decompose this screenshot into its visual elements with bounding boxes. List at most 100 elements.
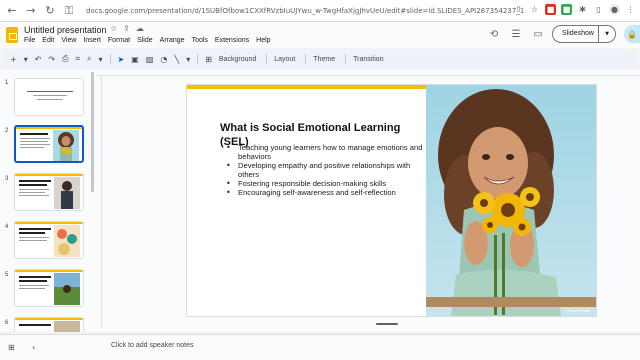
document-title[interactable]: Untitled presentation bbox=[24, 25, 107, 35]
thumbnail-line bbox=[37, 99, 63, 100]
slide-thumbnail[interactable] bbox=[14, 317, 84, 332]
layout-button[interactable]: Layout bbox=[274, 56, 295, 63]
back-icon[interactable]: ← bbox=[5, 4, 19, 18]
browser-actions: ⇧ ☆ ■ ■ ✱ ▯ ● ⋮ bbox=[513, 4, 636, 15]
thumbnail-line bbox=[19, 276, 51, 278]
speaker-notes-placeholder[interactable]: Click to add speaker notes bbox=[111, 342, 194, 349]
slide-number: 2 bbox=[5, 128, 9, 134]
zoom-dropdown-icon[interactable]: ▾ bbox=[99, 55, 103, 64]
canvas-scroll-indicator[interactable] bbox=[376, 323, 398, 325]
photo-credit: Pexels Photo bbox=[566, 308, 590, 313]
sidebar-icon[interactable]: ▯ bbox=[593, 4, 604, 15]
thumbnail-line bbox=[33, 95, 67, 96]
undo-icon[interactable]: ↶ bbox=[35, 55, 42, 64]
girl-with-sunflowers-photo[interactable]: Pexels Photo bbox=[426, 85, 596, 316]
slide-thumbnail[interactable] bbox=[14, 221, 84, 259]
thumbnail-line bbox=[19, 240, 47, 241]
slide-thumbnail-selected[interactable] bbox=[14, 125, 84, 163]
shape-icon[interactable]: ◔ bbox=[160, 55, 167, 64]
slide-number: 5 bbox=[5, 272, 9, 278]
menu-insert[interactable]: Insert bbox=[83, 37, 101, 44]
slide-thumbnail[interactable] bbox=[14, 173, 84, 211]
menu-format[interactable]: Format bbox=[108, 37, 130, 44]
crafts-photo-icon bbox=[54, 225, 80, 257]
share-lock-icon[interactable]: 🔒 bbox=[624, 25, 640, 43]
line-dropdown-icon[interactable]: ▾ bbox=[186, 55, 190, 64]
select-cursor-icon[interactable]: ➤ bbox=[118, 55, 125, 64]
line-icon[interactable]: ╲ bbox=[174, 55, 179, 64]
thumbnail-line bbox=[20, 141, 48, 142]
thumbnail-accent-bar bbox=[15, 174, 83, 176]
star-icon[interactable]: ☆ bbox=[110, 24, 117, 33]
transition-button[interactable]: Transition bbox=[353, 56, 383, 63]
menu-bar: File Edit View Insert Format Slide Arran… bbox=[24, 37, 271, 44]
bookmark-star-icon[interactable]: ☆ bbox=[529, 4, 540, 15]
menu-file[interactable]: File bbox=[24, 37, 35, 44]
extension-icon[interactable]: ■ bbox=[561, 4, 572, 15]
menu-help[interactable]: Help bbox=[256, 37, 270, 44]
profile-avatar[interactable]: ● bbox=[609, 4, 620, 15]
slideshow-dropdown-icon[interactable]: ▼ bbox=[599, 31, 615, 37]
thumbnail-image bbox=[54, 225, 80, 257]
version-history-icon[interactable]: ⟲ bbox=[486, 26, 502, 42]
url-text[interactable]: docs.google.com/presentation/d/1SUBfOfbo… bbox=[86, 7, 556, 15]
background-button[interactable]: Background bbox=[219, 56, 256, 63]
menu-edit[interactable]: Edit bbox=[42, 37, 54, 44]
zoom-icon[interactable]: ⌕ bbox=[87, 54, 91, 64]
lock-icon[interactable]: ⚿ bbox=[62, 4, 76, 18]
slideshow-button[interactable]: Slideshow ▼ bbox=[552, 25, 616, 43]
slide-thumbnail[interactable] bbox=[14, 78, 84, 116]
new-slide-icon[interactable]: + bbox=[10, 55, 17, 64]
extension-icon[interactable]: ■ bbox=[545, 4, 556, 15]
thumbnail-accent-bar bbox=[16, 127, 82, 129]
vertical-ruler bbox=[96, 76, 102, 326]
title-icons: ☆ ⇪ ☁ bbox=[110, 24, 144, 33]
thumbnail-image bbox=[54, 273, 80, 305]
comment-icon[interactable]: ⊞ bbox=[205, 55, 212, 64]
slideshow-label[interactable]: Slideshow bbox=[553, 26, 599, 42]
current-slide[interactable]: What is Social Emotional Learning (SEL) … bbox=[187, 85, 596, 316]
reload-icon[interactable]: ↻ bbox=[43, 4, 57, 18]
extensions-puzzle-icon[interactable]: ✱ bbox=[577, 4, 588, 15]
thumbnail-line bbox=[19, 180, 51, 182]
toolbar-divider bbox=[345, 54, 347, 64]
new-slide-dropdown-icon[interactable]: ▾ bbox=[24, 55, 28, 64]
menu-tools[interactable]: Tools bbox=[192, 37, 208, 44]
print-icon[interactable]: ⎙ bbox=[62, 54, 68, 64]
image-icon[interactable]: ▨ bbox=[146, 55, 154, 64]
thumbnail-image bbox=[53, 130, 79, 161]
forward-icon[interactable]: → bbox=[24, 4, 38, 18]
menu-extensions[interactable]: Extensions bbox=[215, 37, 249, 44]
redo-icon[interactable]: ↷ bbox=[48, 55, 55, 64]
paint-format-icon[interactable]: ⌗ bbox=[76, 54, 81, 64]
filmstrip-scrollbar[interactable] bbox=[91, 72, 94, 192]
slide-number: 4 bbox=[5, 224, 9, 230]
slide-bullet-list[interactable]: Teaching young learners how to manage em… bbox=[224, 143, 424, 197]
comments-icon[interactable]: ☰ bbox=[508, 26, 524, 42]
thumbnail-image bbox=[54, 177, 80, 209]
move-icon[interactable]: ⇪ bbox=[123, 24, 130, 33]
thumbnail-line bbox=[19, 232, 45, 234]
editing-toolbar: + ▾ ↶ ↷ ⎙ ⌗ ⌕ ▾ ➤ ▣ ▨ ◔ ╲ ▾ ⊞ Background… bbox=[4, 50, 636, 68]
google-slides-logo[interactable] bbox=[6, 27, 18, 43]
collapse-panel-icon[interactable]: ‹ bbox=[32, 343, 35, 352]
share-page-icon[interactable]: ⇧ bbox=[513, 4, 524, 15]
thumbnail-accent-bar bbox=[15, 318, 83, 320]
filmstrip-footer: ⊞ ‹ bbox=[0, 334, 104, 360]
slide-accent-bar bbox=[187, 85, 427, 89]
meet-icon[interactable]: ▭ bbox=[530, 26, 546, 42]
browser-menu-icon[interactable]: ⋮ bbox=[625, 4, 636, 15]
menu-arrange[interactable]: Arrange bbox=[160, 37, 185, 44]
speaker-notes[interactable]: Click to add speaker notes bbox=[104, 334, 640, 360]
cloud-status-icon[interactable]: ☁ bbox=[136, 24, 144, 33]
thumbnail-line bbox=[19, 324, 51, 326]
toolbar-divider bbox=[305, 54, 307, 64]
slide-thumbnail[interactable] bbox=[14, 269, 84, 307]
girl-sunflower-icon bbox=[58, 132, 74, 161]
theme-button[interactable]: Theme bbox=[313, 56, 335, 63]
menu-view[interactable]: View bbox=[61, 37, 76, 44]
menu-slide[interactable]: Slide bbox=[137, 37, 153, 44]
grid-view-icon[interactable]: ⊞ bbox=[8, 343, 15, 352]
text-box-icon[interactable]: ▣ bbox=[131, 55, 139, 64]
thumbnail-line bbox=[19, 184, 47, 186]
